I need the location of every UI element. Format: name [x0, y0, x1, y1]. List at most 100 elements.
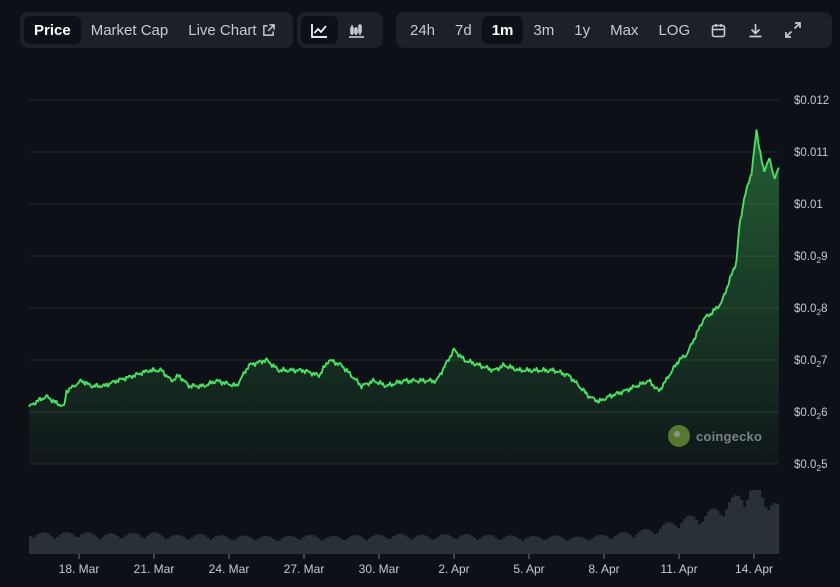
volume-bar [77, 537, 81, 554]
volume-bar [665, 522, 669, 554]
volume-bar [293, 537, 297, 554]
volume-bar [767, 509, 771, 554]
volume-bar [488, 534, 492, 554]
volume-bar [314, 536, 318, 554]
volume-bar [428, 537, 432, 554]
volume-bar [254, 540, 258, 554]
volume-bar [491, 535, 495, 554]
volume-bar [344, 540, 348, 554]
volume-bar [347, 537, 351, 554]
volume-bar [413, 537, 417, 554]
volume-bar [431, 540, 435, 554]
volume-bar [548, 537, 552, 554]
volume-bar [392, 536, 396, 554]
watermark-text: coingecko [696, 428, 763, 444]
volume-bar [299, 539, 303, 554]
volume-bar [764, 506, 768, 554]
volume-bar [68, 532, 72, 554]
volume-bar [536, 536, 540, 554]
volume-bar [713, 508, 717, 554]
volume-bar [578, 536, 582, 554]
coingecko-watermark: coingecko [668, 425, 762, 447]
volume-bar [662, 524, 666, 554]
volume-bar [551, 535, 555, 554]
volume-bar [113, 534, 117, 554]
volume-bar [302, 537, 306, 554]
y-tick-prefix: $0.0 [794, 407, 816, 419]
volume-bar [677, 528, 681, 554]
volume-bar [269, 537, 273, 554]
volume-bar [164, 539, 168, 554]
volume-bar [605, 536, 609, 554]
volume-bar [509, 535, 513, 554]
y-tick-label: $0.027 [794, 355, 828, 369]
volume-bar [494, 537, 498, 554]
volume-bar [704, 516, 708, 554]
volume-bar [659, 528, 663, 554]
coingecko-logo-icon [668, 425, 690, 447]
volume-bar [200, 533, 204, 554]
volume-bar [671, 523, 675, 554]
volume-bar [47, 533, 51, 554]
x-tick-label: 5. Apr [513, 562, 544, 576]
volume-bar [320, 540, 324, 554]
volume-bar [401, 534, 405, 554]
y-tick-label: $0.028 [794, 303, 828, 317]
volume-bar [224, 536, 228, 554]
volume-bar [296, 538, 300, 554]
volume-bar [572, 537, 576, 554]
volume-bar [620, 532, 624, 554]
volume-bar [50, 536, 54, 554]
volume-bar [653, 533, 657, 554]
volume-bar [143, 538, 147, 554]
volume-bar [236, 537, 240, 554]
volume-bar [731, 497, 735, 554]
volume-bar [356, 535, 360, 554]
volume-bar [545, 539, 549, 554]
volume-bar [500, 539, 504, 554]
volume-bar [623, 532, 627, 554]
volume-bar [173, 535, 177, 554]
volume-bar [560, 537, 564, 554]
volume-bar [257, 538, 261, 554]
volume-bar [554, 535, 558, 554]
y-tick-label: $0.01 [794, 199, 823, 211]
volume-bar [191, 537, 195, 554]
volume-bar [743, 506, 747, 554]
volume-bar [524, 538, 528, 554]
volume-bar [416, 535, 420, 554]
volume-bar [389, 538, 393, 554]
volume-bar [461, 534, 465, 554]
volume-bar [62, 532, 66, 554]
volume-bar [566, 540, 570, 554]
volume-bar [530, 536, 534, 554]
y-tick-prefix: $0.0 [794, 303, 816, 315]
volume-bar [281, 538, 285, 554]
volume-bar [569, 538, 573, 554]
volume-bar [137, 534, 141, 554]
volume-bar [596, 535, 600, 554]
volume-bar [710, 508, 714, 554]
volume-bar [629, 535, 633, 554]
volume-bar [650, 531, 654, 554]
volume-bar [155, 532, 159, 554]
volume-bar [185, 538, 189, 554]
volume-bar [197, 534, 201, 554]
y-tick-label: $0.011 [794, 147, 828, 159]
volume-bar [446, 534, 450, 554]
volume-bar [83, 532, 87, 554]
volume-bar [641, 529, 645, 554]
price-chart[interactable]: $0.025 $0.026 $0.027 $0.028 $0.029 $0.01 $0.01… [0, 0, 840, 587]
volume-bar [470, 535, 474, 554]
volume-bar [116, 535, 120, 554]
y-tick-prefix: $0.012 [794, 95, 829, 107]
volume-bar [176, 534, 180, 554]
volume-bar [107, 533, 111, 554]
volume-bar [482, 536, 486, 554]
volume-bar [725, 508, 729, 554]
volume-bar [755, 490, 759, 554]
volume-bar [584, 538, 588, 554]
volume-bar [92, 534, 96, 554]
volume-bar [332, 535, 336, 554]
volume-bar [359, 536, 363, 554]
